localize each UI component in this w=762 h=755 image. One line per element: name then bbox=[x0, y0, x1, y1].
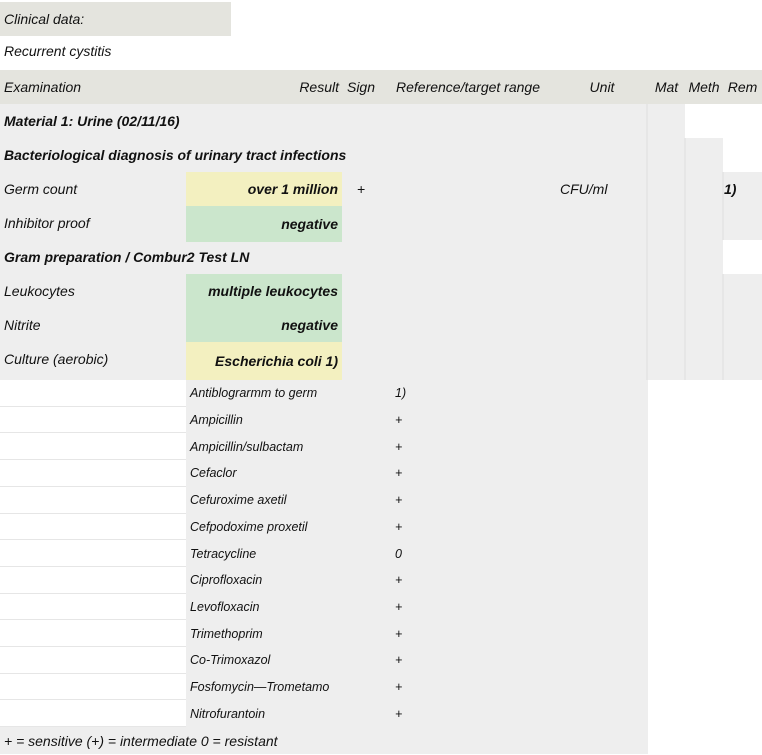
column-divider bbox=[722, 274, 724, 380]
antibiogram-drug: Nitrofurantoin bbox=[190, 706, 266, 721]
antibiogram-value: + bbox=[395, 413, 403, 428]
antibiogram-drug: Antiblograrmm to germ bbox=[190, 386, 318, 401]
header-result: Result bbox=[299, 79, 339, 95]
row-divider bbox=[0, 432, 186, 434]
antibiogram-value: + bbox=[395, 573, 403, 588]
antibiogram-drug: Co-Trimoxazol bbox=[190, 653, 271, 668]
blank-cell bbox=[723, 240, 762, 274]
row-divider bbox=[0, 405, 186, 407]
gram-heading: Gram preparation / Combur2 Test LN bbox=[4, 249, 250, 265]
header-mat: Mat bbox=[654, 79, 679, 95]
row-divider bbox=[0, 619, 186, 621]
antibiogram-value: + bbox=[395, 680, 403, 695]
row-divider bbox=[0, 485, 186, 487]
antibiogram-drug: Ampicillin/sulbactam bbox=[190, 439, 304, 454]
header-rem: Rem bbox=[727, 79, 758, 95]
row-name-leukocytes: Leukocytes bbox=[4, 283, 75, 299]
antibiogram-drug: Fosfomycin—Trometamo bbox=[190, 680, 330, 695]
header-examination: Examination bbox=[4, 79, 82, 95]
antibiogram-drug: Cefuroxime axetil bbox=[190, 493, 287, 508]
row-divider bbox=[0, 699, 186, 701]
clinical-data-value: Recurrent cystitis bbox=[4, 43, 112, 59]
header-sign: Sign bbox=[346, 79, 376, 95]
header-reference: Reference/target range bbox=[396, 79, 540, 95]
blank-cell bbox=[685, 104, 762, 138]
row-result-leukocytes: multiple leukocytes bbox=[186, 274, 342, 308]
antibiogram-drug: Tetracycline bbox=[190, 546, 257, 561]
row-divider bbox=[0, 672, 186, 674]
row-divider bbox=[0, 565, 186, 567]
row-name-culture: Culture (aerobic) bbox=[4, 351, 109, 367]
row-unit-germ-count: CFU/ml bbox=[560, 181, 608, 197]
row-divider bbox=[0, 646, 186, 647]
antibiogram-value: + bbox=[395, 493, 403, 508]
row-result-inhibitor-proof: negative bbox=[186, 206, 342, 242]
antibiogram-value: + bbox=[395, 706, 403, 721]
row-sign-germ-count: + bbox=[356, 181, 366, 197]
row-name-germ-count: Germ count bbox=[4, 181, 78, 197]
row-divider bbox=[0, 592, 186, 594]
antibiogram-value: + bbox=[395, 439, 403, 454]
antibiogram-value: + bbox=[395, 599, 403, 614]
legend: + = sensitive (+) = intermediate 0 = res… bbox=[0, 727, 648, 754]
antibiogram-value: + bbox=[395, 519, 403, 534]
antibiogram-drug: Cefpodoxime proxetil bbox=[190, 519, 308, 534]
row-result-culture: Escherichia coli 1) bbox=[186, 342, 342, 380]
header-meth: Meth bbox=[688, 79, 720, 95]
clinical-data-label: Clinical data: bbox=[0, 2, 231, 36]
material-heading: Material 1: Urine (02/11/16) bbox=[4, 113, 180, 129]
row-name-inhibitor-proof: Inhibitor proof bbox=[4, 215, 90, 231]
row-result-germ-count: over 1 million bbox=[186, 172, 342, 206]
row-divider bbox=[0, 539, 186, 541]
antibiogram-drug: Cefaclor bbox=[190, 466, 237, 481]
antibiogram-value: 1) bbox=[395, 386, 407, 401]
antibiogram-drug: Trimethoprim bbox=[190, 626, 263, 641]
row-rem-germ-count: 1) bbox=[724, 181, 737, 197]
row-divider bbox=[0, 459, 186, 461]
row-divider bbox=[0, 512, 186, 514]
antibiogram-drug: Ciprofloxacin bbox=[190, 573, 263, 588]
antibiogram-drug: Levofloxacin bbox=[190, 599, 260, 614]
blank-cell bbox=[723, 138, 762, 172]
antibiogram-value: + bbox=[395, 626, 403, 641]
antibiogram-value: 0 bbox=[395, 546, 402, 561]
row-name-nitrite: Nitrite bbox=[4, 317, 41, 333]
column-divider bbox=[646, 104, 648, 380]
header-unit: Unit bbox=[589, 79, 615, 95]
bacteriological-heading: Bacteriological diagnosis of urinary tra… bbox=[4, 147, 347, 163]
row-result-nitrite: negative bbox=[186, 308, 342, 342]
antibiogram-value: + bbox=[395, 466, 403, 481]
antibiogram-value: + bbox=[395, 653, 403, 668]
antibiogram-drug: Ampicillin bbox=[190, 413, 243, 428]
column-divider bbox=[684, 138, 686, 380]
